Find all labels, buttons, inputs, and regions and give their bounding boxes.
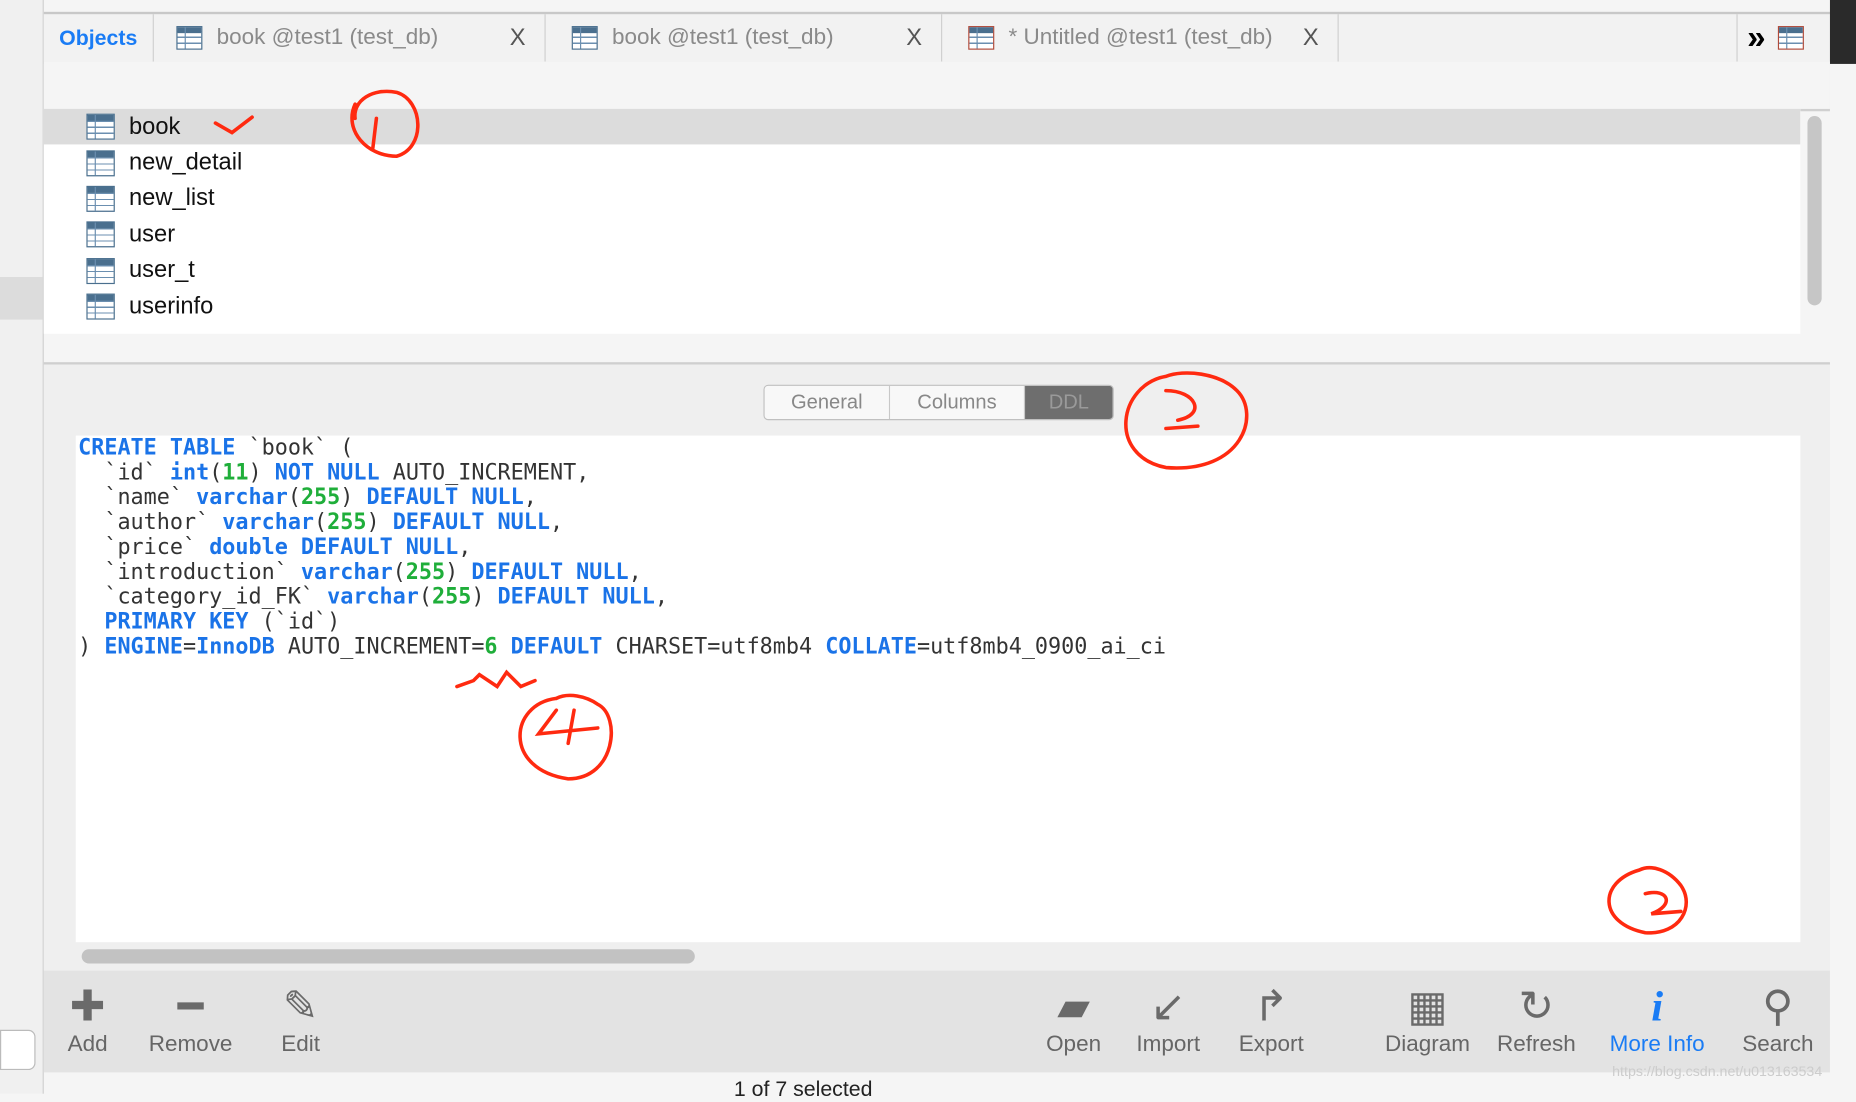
tab-label: * Untitled @test1 (test_db) [1008,24,1273,50]
table-icon [176,26,203,50]
tab-ddl[interactable]: DDL [1025,385,1113,420]
pencil-icon: ✎ [282,981,319,1030]
table-name: user [129,221,176,248]
label: Export [1238,1032,1304,1058]
refresh-icon: ↻ [1518,981,1555,1030]
minus-icon: ━ [177,981,204,1030]
new-query-icon[interactable] [1777,26,1804,50]
tab-label: Objects [59,25,138,50]
label: Remove [148,1032,233,1058]
tab-book-1[interactable]: book @test1 (test_db) X [153,14,546,62]
import-button[interactable]: ↙ Import [1130,980,1206,1058]
chevrons-icon: » [1747,18,1766,56]
info-tabs: General Columns DDL [763,384,1114,421]
table-name: book [129,113,181,140]
folder-icon: ▰ [1057,981,1090,1030]
remove-button[interactable]: ━ Remove [143,980,238,1058]
export-arrow-icon: ↱ [1253,981,1290,1030]
list-item[interactable]: user_t [44,253,1801,289]
more-tabs-button[interactable]: » [1736,14,1830,62]
table-name: new_detail [129,149,243,176]
bottom-toolbar: ✚ Add ━ Remove ✎ Edit ▰ Open ↙ Import ↱ Export… [43,970,1830,1073]
open-button[interactable]: ▰ Open [1040,980,1106,1058]
close-tab-icon[interactable]: X [906,24,922,51]
tab-objects[interactable]: Objects [44,14,154,62]
tab-label: book @test1 (test_db) [611,24,834,50]
list-item[interactable]: new_list [44,181,1801,217]
list-item[interactable]: userinfo [44,289,1801,325]
refresh-button[interactable]: ↻ Refresh [1495,980,1578,1058]
list-item[interactable]: book [43,108,1801,145]
list-scrollbar[interactable] [1807,115,1822,306]
table-icon [86,185,115,212]
label: Import [1136,1032,1201,1058]
status-text: 1 of 7 selected [733,1077,873,1101]
list-item[interactable]: user [44,217,1801,253]
label: Refresh [1497,1032,1576,1058]
label: Open [1046,1032,1102,1058]
tab-label: book @test1 (test_db) [216,24,439,50]
tab-book-design[interactable]: book @test1 (test_db) X [546,14,943,62]
left-sidebar-edge [0,0,44,1094]
table-icon [86,293,115,320]
export-button[interactable]: ↱ Export [1232,980,1310,1058]
label: Add [67,1032,108,1058]
search-icon: ⚲ [1762,981,1794,1030]
close-tab-icon[interactable]: X [510,24,526,51]
info-icon: i [1651,982,1664,1030]
table-icon [86,221,115,248]
tab-general[interactable]: General [764,385,891,420]
table-name: userinfo [129,293,214,320]
table-icon [86,149,115,176]
ddl-code[interactable]: CREATE TABLE `book` ( `id` int(11) NOT N… [75,435,1801,943]
diagram-button[interactable]: ▦ Diagram [1381,980,1473,1058]
list-item[interactable]: new_detail [44,145,1801,181]
import-arrow-icon: ↙ [1150,981,1187,1030]
tab-columns[interactable]: Columns [890,385,1026,420]
tab-untitled-query[interactable]: * Untitled @test1 (test_db) X [942,14,1339,62]
watermark: https://blog.csdn.net/u013163534 [1612,1062,1823,1080]
query-icon [968,26,995,50]
table-icon [86,113,115,140]
sidebar-search-field[interactable] [0,1029,36,1071]
add-button[interactable]: ✚ Add [58,980,117,1058]
search-button[interactable]: ⚲ Search [1739,980,1817,1058]
table-icon [86,257,115,284]
tab-bar: Objects book @test1 (test_db) X book @te… [43,11,1830,64]
label: Edit [281,1032,321,1058]
table-name: user_t [129,257,195,284]
label: More Info [1609,1032,1705,1058]
more-info-button[interactable]: i More Info [1604,980,1711,1058]
diagram-icon: ▦ [1407,981,1448,1030]
plus-icon: ✚ [69,981,106,1030]
edit-button[interactable]: ✎ Edit [271,980,330,1058]
table-name: new_list [129,185,215,212]
label: Search [1742,1032,1814,1058]
sidebar-selection [0,276,43,320]
table-list: book new_detail new_list user user_t use… [43,108,1801,334]
close-tab-icon[interactable]: X [1303,24,1319,51]
ddl-scrollbar[interactable] [81,949,695,964]
label: Diagram [1385,1032,1471,1058]
table-edit-icon [571,26,598,50]
object-toolbar-area [43,61,1830,112]
window-edge [1829,0,1856,64]
